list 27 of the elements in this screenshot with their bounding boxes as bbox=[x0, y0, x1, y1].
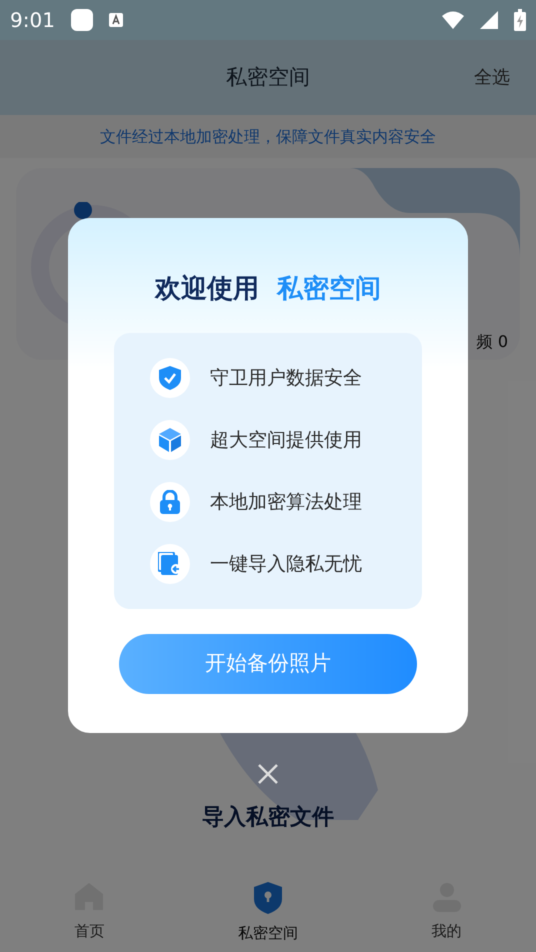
signal-icon bbox=[480, 11, 498, 29]
select-all-button[interactable]: 全选 bbox=[474, 64, 510, 91]
keyboard-a-icon bbox=[108, 13, 123, 27]
cube-icon bbox=[159, 428, 181, 452]
feature-text: 超大空间提供使用 bbox=[210, 428, 362, 453]
feature-text: 一键导入隐私无忧 bbox=[210, 552, 362, 577]
start-backup-button[interactable]: 开始备份照片 bbox=[119, 634, 417, 694]
shield-keyhole-icon bbox=[254, 882, 282, 914]
feature-text: 守卫用户数据安全 bbox=[210, 366, 362, 391]
status-time: 9:01 bbox=[10, 7, 55, 34]
page-title: 私密空间 bbox=[226, 64, 310, 91]
nav-tab[interactable]: 我的 bbox=[357, 882, 536, 942]
lock-icon bbox=[160, 490, 180, 514]
battery-icon bbox=[514, 9, 526, 31]
shield-check-icon bbox=[159, 366, 181, 390]
import-title: 导入私密文件 bbox=[202, 804, 334, 832]
file-import-icon bbox=[158, 552, 182, 576]
nav-tab[interactable]: 首页 bbox=[0, 882, 179, 942]
dialog-title-highlight: 私密空间 bbox=[277, 273, 381, 306]
nav-tab[interactable]: 私密空间 bbox=[178, 882, 358, 944]
notice-text: 文件经过本地加密处理，保障文件真实内容安全 bbox=[100, 126, 436, 148]
video-count: 频 0 bbox=[476, 331, 508, 353]
wifi-icon bbox=[442, 11, 464, 29]
feature-text: 本地加密算法处理 bbox=[210, 490, 362, 515]
dialog-title: 欢迎使用 bbox=[155, 273, 259, 306]
app-notification-icon bbox=[70, 9, 93, 31]
close-icon bbox=[257, 763, 279, 785]
